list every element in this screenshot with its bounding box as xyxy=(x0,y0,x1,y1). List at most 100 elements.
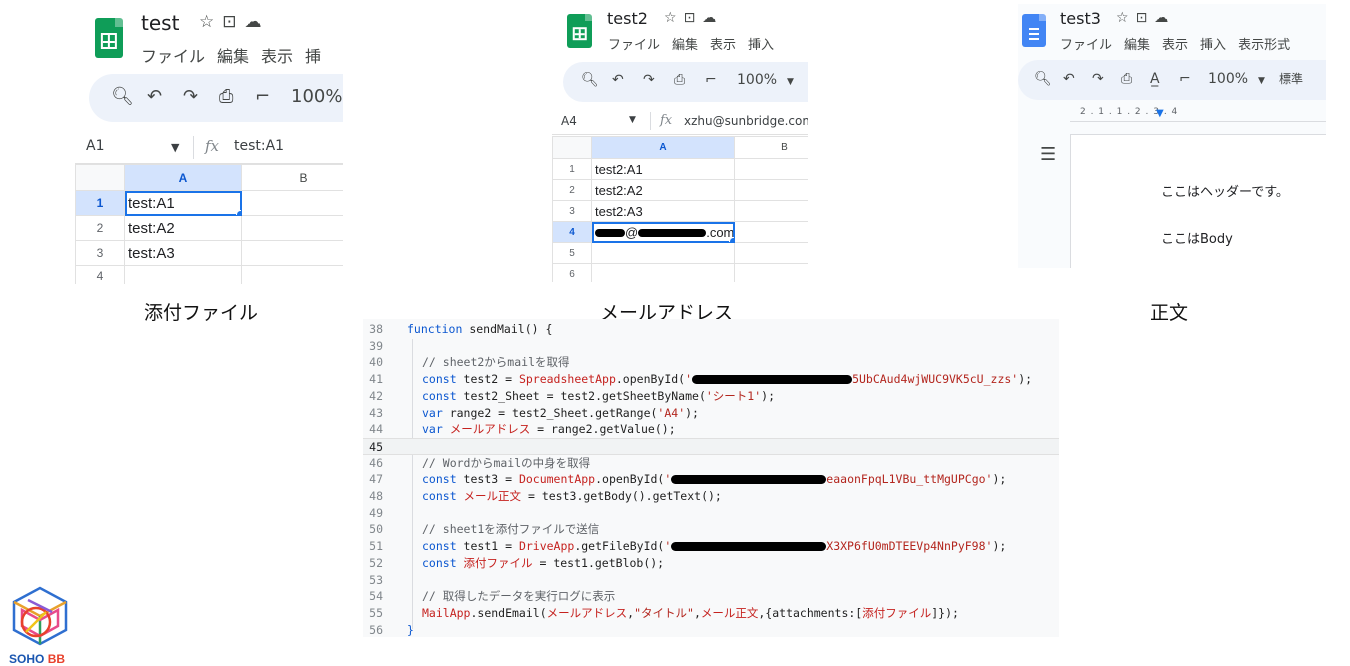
undo-icon[interactable]: ↶ xyxy=(1063,71,1092,87)
menu-insert[interactable]: 挿入 xyxy=(1200,38,1226,53)
star-icon[interactable]: ☆ xyxy=(199,12,222,32)
cell-b1[interactable] xyxy=(734,158,808,180)
paint-format-icon[interactable]: ⌐ xyxy=(705,72,737,88)
code-line[interactable]: 51 const test1 = DriveApp.getFileById(' X3… xyxy=(363,538,1059,555)
row-header[interactable]: 1 xyxy=(552,158,592,180)
formula-input[interactable]: test:A1 xyxy=(234,138,284,154)
chevron-down-icon[interactable]: ▼ xyxy=(1258,76,1265,86)
cloud-status-icon[interactable]: ☁ xyxy=(1154,10,1175,26)
name-box[interactable]: A4 xyxy=(561,114,577,128)
column-header-b[interactable]: B xyxy=(241,164,343,191)
menu-file[interactable]: ファイル xyxy=(1060,38,1112,53)
cell-a2[interactable]: test2:A2 xyxy=(591,179,735,201)
grid-corner[interactable] xyxy=(552,136,592,159)
header-text[interactable]: ここはヘッダーです。 xyxy=(1161,181,1289,200)
grid-corner[interactable] xyxy=(75,164,125,191)
code-line[interactable]: 47 const test3 = DocumentApp.openById(' ea… xyxy=(363,471,1059,488)
outline-icon[interactable]: ☰ xyxy=(1040,144,1056,165)
code-line[interactable]: 54 // 取得したデータを実行ログに表示 xyxy=(363,588,1059,605)
menu-edit[interactable]: 編集 xyxy=(217,47,249,66)
menu-file[interactable]: ファイル xyxy=(141,47,205,66)
row-header[interactable]: 3 xyxy=(75,240,125,266)
document-title[interactable]: test2 xyxy=(607,9,648,28)
cloud-status-icon[interactable]: ☁ xyxy=(702,10,723,26)
cell-b2[interactable] xyxy=(241,215,343,241)
cell-a5[interactable] xyxy=(591,242,735,264)
formula-input[interactable]: xzhu@sunbridge.com xyxy=(684,114,808,128)
column-header-a[interactable]: A xyxy=(591,136,735,159)
row-header[interactable]: 6 xyxy=(552,263,592,282)
move-to-folder-icon[interactable]: ⊡ xyxy=(222,12,244,32)
document-title[interactable]: test xyxy=(141,11,179,35)
cell-a4[interactable] xyxy=(124,265,242,284)
ruler[interactable]: 2 . 1 . 1 . 2 . 3 . 4 ▼ xyxy=(1070,106,1326,122)
zoom-select[interactable]: 100% xyxy=(291,86,342,107)
code-line[interactable]: 39 xyxy=(363,338,1059,355)
document-title[interactable]: test3 xyxy=(1060,9,1101,28)
menu-edit[interactable]: 編集 xyxy=(1124,38,1150,53)
code-line[interactable]: 41 const test2 = SpreadsheetApp.openById(… xyxy=(363,371,1059,388)
row-header[interactable]: 4 xyxy=(75,265,125,284)
code-line[interactable]: 45 xyxy=(363,437,1059,455)
search-icon[interactable]: 🔍︎ xyxy=(1034,71,1063,87)
spellcheck-icon[interactable]: A̲ xyxy=(1150,71,1179,87)
cell-b6[interactable] xyxy=(734,263,808,282)
cell-b4[interactable] xyxy=(734,221,808,243)
star-icon[interactable]: ☆ xyxy=(664,10,684,26)
row-header[interactable]: 2 xyxy=(552,179,592,201)
move-to-folder-icon[interactable]: ⊡ xyxy=(684,10,703,26)
cell-a3[interactable]: test:A3 xyxy=(124,240,242,266)
cell-a1[interactable]: test:A1 xyxy=(124,190,242,216)
chevron-down-icon[interactable]: ▼ xyxy=(171,141,179,154)
body-text[interactable]: ここはBody xyxy=(1161,228,1233,247)
code-line[interactable]: 43 var range2 = test2_Sheet.getRange('A4'… xyxy=(363,405,1059,422)
chevron-down-icon[interactable]: ▼ xyxy=(787,77,794,87)
cell-a4[interactable]: @ .com xyxy=(591,221,735,243)
cell-a6[interactable] xyxy=(591,263,735,282)
style-select[interactable]: 標準 xyxy=(1279,70,1303,87)
code-line[interactable]: 55 MailApp.sendEmail(メールアドレス,"タイトル",メール正文… xyxy=(363,605,1059,622)
cell-a2[interactable]: test:A2 xyxy=(124,215,242,241)
code-editor[interactable]: 38 function sendMail() {39 40 // sheet2からma… xyxy=(363,319,1059,637)
menu-view[interactable]: 表示 xyxy=(1162,38,1188,53)
cell-b3[interactable] xyxy=(241,240,343,266)
menu-insert[interactable]: 挿入 xyxy=(748,38,774,53)
redo-icon[interactable]: ↷ xyxy=(183,86,219,107)
zoom-select[interactable]: 100% xyxy=(737,72,777,88)
menu-format[interactable]: 表示形式 xyxy=(1238,38,1290,53)
cell-b4[interactable] xyxy=(241,265,343,284)
indent-marker-icon[interactable]: ▼ xyxy=(1156,108,1165,119)
code-line[interactable]: 56} xyxy=(363,622,1059,637)
code-line[interactable]: 44 var メールアドレス = range2.getValue(); xyxy=(363,421,1059,438)
code-line[interactable]: 46 // Wordからmailの中身を取得 xyxy=(363,455,1059,472)
code-line[interactable]: 50 // sheet1を添付ファイルで送信 xyxy=(363,521,1059,538)
redo-icon[interactable]: ↷ xyxy=(643,72,674,88)
menu-edit[interactable]: 編集 xyxy=(672,38,698,53)
search-icon[interactable]: 🔍︎ xyxy=(111,86,147,107)
row-header[interactable]: 5 xyxy=(552,242,592,264)
menu-insert[interactable]: 挿 xyxy=(305,47,321,66)
cell-b3[interactable] xyxy=(734,200,808,222)
search-icon[interactable]: 🔍︎ xyxy=(581,72,612,88)
cell-a3[interactable]: test2:A3 xyxy=(591,200,735,222)
row-header[interactable]: 4 xyxy=(552,221,592,243)
code-line[interactable]: 49 xyxy=(363,505,1059,522)
code-line[interactable]: 38 function sendMail() { xyxy=(363,321,1059,338)
chevron-down-icon[interactable]: ▼ xyxy=(629,115,636,125)
menu-file[interactable]: ファイル xyxy=(608,38,660,53)
cell-b2[interactable] xyxy=(734,179,808,201)
column-header-a[interactable]: A xyxy=(124,164,242,191)
redo-icon[interactable]: ↷ xyxy=(1092,71,1121,87)
print-icon[interactable]: ⎙ xyxy=(219,86,255,107)
document-page[interactable]: ここはヘッダーです。 ここはBody xyxy=(1070,134,1326,268)
paint-format-icon[interactable]: ⌐ xyxy=(255,86,291,107)
print-icon[interactable]: ⎙ xyxy=(1121,71,1150,87)
paint-format-icon[interactable]: ⌐ xyxy=(1179,71,1208,87)
menu-view[interactable]: 表示 xyxy=(261,47,293,66)
code-line[interactable]: 53 xyxy=(363,572,1059,589)
star-icon[interactable]: ☆ xyxy=(1116,10,1136,26)
row-header[interactable]: 1 xyxy=(75,190,125,216)
cell-b5[interactable] xyxy=(734,242,808,264)
cloud-status-icon[interactable]: ☁ xyxy=(245,12,270,32)
zoom-select[interactable]: 100% xyxy=(1208,71,1248,87)
